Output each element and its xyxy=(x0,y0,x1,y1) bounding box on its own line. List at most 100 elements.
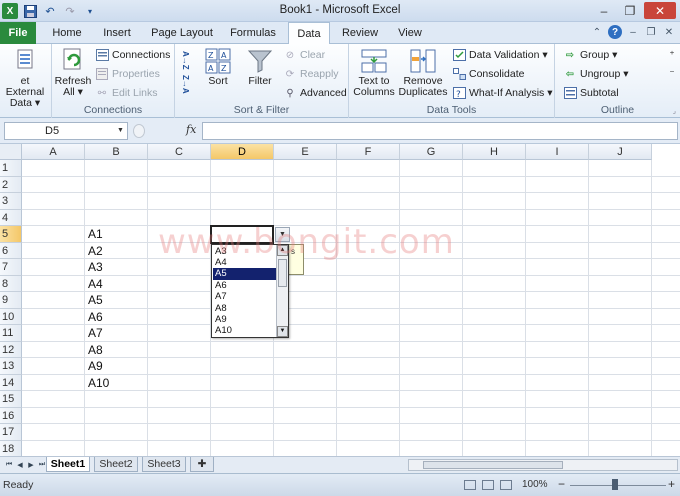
column-header-i[interactable]: I xyxy=(526,144,589,160)
tab-file[interactable]: File xyxy=(0,22,36,44)
hide-detail-icon[interactable]: ⁻ xyxy=(665,67,679,81)
name-box-dropdown-icon[interactable]: ▼ xyxy=(117,127,124,134)
sort-z-to-a-button[interactable]: Z→A xyxy=(181,75,190,94)
cell-b9[interactable]: A5 xyxy=(88,292,103,308)
connections-button[interactable]: Connections xyxy=(95,47,170,63)
advanced-filter-button[interactable]: ⚲ Advanced xyxy=(283,85,346,101)
zoom-out-icon[interactable]: − xyxy=(558,477,565,491)
cell-b12[interactable]: A8 xyxy=(88,342,103,358)
outline-dialog-launcher-icon[interactable]: ⌟ xyxy=(673,107,676,115)
workbook-close-icon[interactable]: ✕ xyxy=(662,25,676,39)
column-header-d[interactable]: D xyxy=(211,144,274,160)
cell-b8[interactable]: A4 xyxy=(88,276,103,292)
formula-input[interactable] xyxy=(202,122,678,140)
tab-formulas[interactable]: Formulas xyxy=(224,22,282,44)
row-header-12[interactable]: 12 xyxy=(0,341,22,358)
next-sheet-icon[interactable]: ▶ xyxy=(26,460,36,470)
row-header-11[interactable]: 11 xyxy=(0,325,22,342)
dropdown-item[interactable]: A4 xyxy=(213,257,276,268)
cell-b11[interactable]: A7 xyxy=(88,325,103,341)
help-icon[interactable]: ? xyxy=(608,25,622,39)
column-header-f[interactable]: F xyxy=(337,144,400,160)
first-sheet-icon[interactable]: ⏮ xyxy=(4,460,14,470)
zoom-level[interactable]: 100% xyxy=(522,479,548,490)
filter-button[interactable]: Filter xyxy=(243,48,277,87)
minimize-ribbon-icon[interactable]: ⌃ xyxy=(590,25,604,39)
active-cell-d5[interactable] xyxy=(210,225,274,244)
page-break-view-icon[interactable] xyxy=(500,480,512,490)
tab-review[interactable]: Review xyxy=(336,22,384,44)
row-header-9[interactable]: 9 xyxy=(0,292,22,309)
tab-page-layout[interactable]: Page Layout xyxy=(146,22,218,44)
column-header-g[interactable]: G xyxy=(400,144,463,160)
tab-view[interactable]: View xyxy=(388,22,432,44)
what-if-analysis-button[interactable]: ? What-If Analysis ▾ xyxy=(452,85,552,101)
restore-button[interactable]: ❐ xyxy=(618,2,642,19)
refresh-all-button[interactable]: Refresh All ▾ xyxy=(54,48,92,98)
row-header-6[interactable]: 6 xyxy=(0,242,22,259)
get-external-data-button[interactable]: et External Data ▾ xyxy=(0,48,50,109)
zoom-slider-thumb[interactable] xyxy=(612,479,618,490)
row-header-18[interactable]: 18 xyxy=(0,440,22,456)
row-header-7[interactable]: 7 xyxy=(0,259,22,276)
cell-b5[interactable]: A1 xyxy=(88,226,103,242)
ungroup-button[interactable]: ⇦ Ungroup ▾ xyxy=(563,66,629,82)
row-header-1[interactable]: 1 xyxy=(0,160,22,177)
close-button[interactable]: ✕ xyxy=(644,2,676,19)
group-button[interactable]: ⇨ Group ▾ xyxy=(563,47,618,63)
subtotal-button[interactable]: Subtotal xyxy=(563,85,619,101)
reapply-button[interactable]: ⟳ Reapply xyxy=(283,66,339,82)
sort-button[interactable]: ZAAZ Sort xyxy=(201,48,235,87)
horizontal-scroll-thumb[interactable] xyxy=(423,461,563,469)
column-header-j[interactable]: J xyxy=(589,144,652,160)
tab-data[interactable]: Data xyxy=(288,22,330,45)
cell-b7[interactable]: A3 xyxy=(88,259,103,275)
zoom-slider-track[interactable] xyxy=(570,485,666,486)
validation-dropdown-list[interactable]: A3 A4 A5 A6 A7 A8 A9 A10 ▲ ▼ xyxy=(211,243,289,338)
row-header-17[interactable]: 17 xyxy=(0,424,22,441)
dropdown-item[interactable]: A3 xyxy=(213,246,276,257)
dropdown-item[interactable]: A8 xyxy=(213,303,276,314)
row-header-15[interactable]: 15 xyxy=(0,391,22,408)
sheet-tab-sheet3[interactable]: Sheet3 xyxy=(142,457,186,472)
row-header-4[interactable]: 4 xyxy=(0,209,22,226)
dropdown-scrollbar[interactable]: ▲ ▼ xyxy=(276,244,288,337)
data-validation-button[interactable]: Data Validation ▾ xyxy=(452,47,548,63)
sheet-tab-sheet1[interactable]: Sheet1 xyxy=(46,457,90,472)
row-header-2[interactable]: 2 xyxy=(0,176,22,193)
workbook-restore-icon[interactable]: ❐ xyxy=(644,25,658,39)
tab-home[interactable]: Home xyxy=(44,22,90,44)
edit-links-button[interactable]: ⚯ Edit Links xyxy=(95,85,158,101)
prev-sheet-icon[interactable]: ◀ xyxy=(15,460,25,470)
validation-dropdown-button[interactable]: ▼ xyxy=(275,227,290,242)
consolidate-button[interactable]: Consolidate xyxy=(452,66,524,82)
row-header-8[interactable]: 8 xyxy=(0,275,22,292)
name-box[interactable]: D5 xyxy=(4,122,128,140)
horizontal-scrollbar[interactable] xyxy=(408,459,678,471)
cell-b6[interactable]: A2 xyxy=(88,243,103,259)
select-all-corner[interactable] xyxy=(0,144,22,160)
clear-filter-button[interactable]: ⊘ Clear xyxy=(283,47,325,63)
column-header-c[interactable]: C xyxy=(148,144,211,160)
column-header-a[interactable]: A xyxy=(22,144,85,160)
sort-a-to-z-button[interactable]: A→Z xyxy=(181,51,190,70)
dropdown-item[interactable]: A9 xyxy=(213,314,276,325)
insert-sheet-icon[interactable]: ✚ xyxy=(190,457,214,472)
row-header-10[interactable]: 10 xyxy=(0,308,22,325)
column-header-b[interactable]: B xyxy=(85,144,148,160)
insert-function-icon[interactable]: fx xyxy=(186,123,196,136)
cell-b13[interactable]: A9 xyxy=(88,358,103,374)
row-header-5[interactable]: 5 xyxy=(0,226,22,243)
tab-insert[interactable]: Insert xyxy=(94,22,140,44)
scroll-down-icon[interactable]: ▼ xyxy=(277,325,288,337)
dropdown-item[interactable]: A6 xyxy=(213,280,276,291)
cell-b10[interactable]: A6 xyxy=(88,309,103,325)
dropdown-scroll-thumb[interactable] xyxy=(278,258,287,287)
text-to-columns-button[interactable]: Text to Columns xyxy=(352,48,396,98)
normal-view-icon[interactable] xyxy=(464,480,476,490)
dropdown-item[interactable]: A10 xyxy=(213,325,276,336)
worksheet-grid[interactable]: ABCDEFGHIJ 1 2 3 4 5 6 7 8 9 10 11 12 13 14 15 16 17 18 A… xyxy=(0,144,680,456)
show-detail-icon[interactable]: ⁺ xyxy=(665,48,679,62)
dropdown-item[interactable]: A7 xyxy=(213,291,276,302)
cell-b14[interactable]: A10 xyxy=(88,375,109,391)
